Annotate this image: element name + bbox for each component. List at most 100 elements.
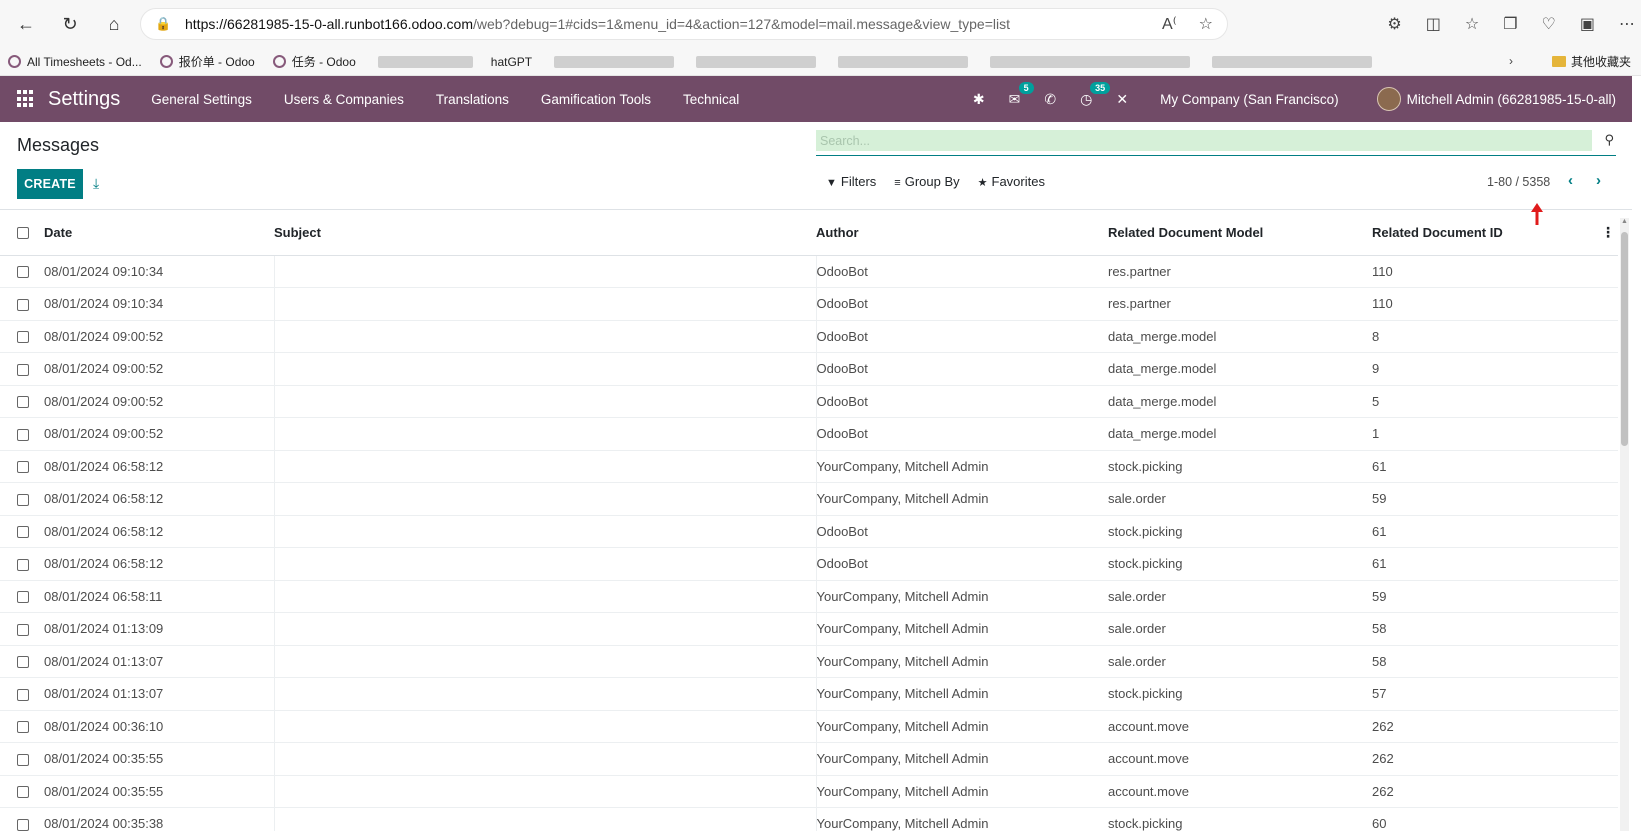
menu-users-companies[interactable]: Users & Companies bbox=[284, 92, 404, 107]
download-icon[interactable]: ⤓ bbox=[93, 175, 99, 192]
table-row[interactable]: 08/01/2024 00:35:38 YourCompany, Mitchell… bbox=[0, 807, 1618, 831]
read-aloud-icon[interactable]: A⁽ bbox=[1162, 14, 1177, 34]
activity-clock-icon[interactable]: ◷ 35 bbox=[1080, 81, 1111, 108]
chevron-right-icon[interactable]: › bbox=[1509, 54, 1513, 68]
home-icon[interactable]: ⌂ bbox=[98, 8, 130, 40]
bookmark-quotations[interactable]: 报价单 - Odoo bbox=[159, 53, 255, 70]
app-name[interactable]: Settings bbox=[48, 88, 120, 111]
row-checkbox[interactable] bbox=[17, 331, 29, 344]
column-res-id[interactable]: Related Document ID bbox=[1372, 210, 1598, 256]
url-text[interactable]: https://66281985-15-0-all.runbot166.odoo… bbox=[185, 16, 1162, 32]
table-row[interactable]: 08/01/2024 00:35:55 YourCompany, Mitchell… bbox=[0, 742, 1618, 776]
table-row[interactable]: 08/01/2024 09:00:52 OdooBot data_merge.mod… bbox=[0, 417, 1618, 451]
filters-toggle[interactable]: ▼ Filters bbox=[826, 174, 876, 189]
extension-icon[interactable]: ⚙ bbox=[1387, 14, 1401, 34]
health-icon[interactable]: ♡ bbox=[1542, 14, 1556, 34]
menu-general-settings[interactable]: General Settings bbox=[151, 92, 252, 107]
bookmark-blurred-3[interactable] bbox=[692, 55, 817, 68]
column-author[interactable]: Author bbox=[816, 210, 1108, 256]
groupby-toggle[interactable]: ≡ Group By bbox=[894, 174, 959, 189]
bookmark-blurred-1[interactable] bbox=[374, 55, 473, 68]
create-button[interactable]: CREATE bbox=[17, 169, 83, 199]
address-bar[interactable]: 🔒 https://66281985-15-0-all.runbot166.od… bbox=[140, 8, 1228, 40]
row-checkbox[interactable] bbox=[17, 688, 29, 701]
row-checkbox[interactable] bbox=[17, 721, 29, 734]
row-checkbox[interactable] bbox=[17, 591, 29, 604]
chevron-left-icon[interactable]: ‹ bbox=[1568, 172, 1573, 189]
more-icon[interactable]: ⋯ bbox=[1619, 14, 1635, 34]
table-row[interactable]: 08/01/2024 01:13:07 YourCompany, Mitchell… bbox=[0, 645, 1618, 678]
scroll-thumb[interactable] bbox=[1621, 232, 1628, 446]
table-row[interactable]: 08/01/2024 01:13:07 YourCompany, Mitchell… bbox=[0, 677, 1618, 711]
scroll-up-icon[interactable]: ▲ bbox=[1621, 218, 1628, 225]
bookmark-blurred-6[interactable] bbox=[1208, 55, 1373, 68]
menu-gamification-tools[interactable]: Gamification Tools bbox=[541, 92, 651, 107]
phone-icon[interactable]: ✆ bbox=[1044, 91, 1056, 108]
search-icon[interactable]: ⚲ bbox=[1604, 132, 1614, 148]
menu-technical[interactable]: Technical bbox=[683, 92, 739, 107]
bookmark-chatgpt[interactable]: hatGPT bbox=[491, 55, 532, 69]
table-row[interactable]: 08/01/2024 09:00:52 OdooBot data_merge.mod… bbox=[0, 352, 1618, 386]
table-row[interactable]: 08/01/2024 00:36:10 YourCompany, Mitchell… bbox=[0, 710, 1618, 743]
bookmark-tasks[interactable]: 任务 - Odoo bbox=[272, 53, 356, 70]
table-row[interactable]: 08/01/2024 06:58:12 OdooBot stock.picking 6… bbox=[0, 547, 1618, 581]
collections-icon[interactable]: ❐ bbox=[1503, 14, 1517, 34]
reload-icon[interactable]: ↻ bbox=[54, 8, 86, 40]
tools-icon[interactable]: ✕ bbox=[1116, 91, 1128, 108]
column-subject[interactable]: Subject bbox=[274, 210, 816, 256]
bookmark-timesheets[interactable]: All Timesheets - Od... bbox=[8, 55, 142, 69]
row-checkbox[interactable] bbox=[17, 753, 29, 766]
table-row[interactable]: 08/01/2024 09:00:52 OdooBot data_merge.mod… bbox=[0, 385, 1618, 418]
debug-bug-icon[interactable]: ✱ bbox=[973, 91, 985, 108]
favorites-toggle[interactable]: ★ Favorites bbox=[978, 174, 1045, 189]
cell-subject bbox=[273, 742, 817, 776]
column-date[interactable]: Date bbox=[44, 210, 274, 256]
cell-res-id: 59 bbox=[1372, 482, 1598, 516]
row-checkbox[interactable] bbox=[17, 558, 29, 571]
row-checkbox[interactable] bbox=[17, 818, 29, 831]
apps-menu-icon[interactable] bbox=[17, 90, 35, 108]
favorite-star-icon[interactable]: ☆ bbox=[1199, 14, 1213, 34]
search-input[interactable] bbox=[816, 130, 1592, 151]
row-checkbox[interactable] bbox=[17, 428, 29, 441]
sidebar-icon[interactable]: ▣ bbox=[1580, 14, 1595, 34]
other-favorites-folder[interactable]: 其他收藏夹 bbox=[1551, 53, 1631, 70]
table-row[interactable]: 08/01/2024 00:35:55 YourCompany, Mitchell… bbox=[0, 775, 1618, 808]
split-screen-icon[interactable]: ◫ bbox=[1426, 14, 1441, 34]
table-row[interactable]: 08/01/2024 09:00:52 OdooBot data_merge.mod… bbox=[0, 320, 1618, 353]
messages-icon[interactable]: ✉ 5 bbox=[1009, 81, 1034, 108]
table-row[interactable]: 08/01/2024 06:58:12 YourCompany, Mitchell… bbox=[0, 482, 1618, 516]
cell-author: OdooBot bbox=[816, 417, 1108, 451]
table-row[interactable]: 08/01/2024 01:13:09 YourCompany, Mitchell… bbox=[0, 612, 1618, 646]
row-checkbox[interactable] bbox=[17, 461, 29, 474]
row-checkbox[interactable] bbox=[17, 363, 29, 376]
bookmark-blurred-5[interactable] bbox=[986, 55, 1191, 68]
table-row[interactable]: 08/01/2024 06:58:12 YourCompany, Mitchell… bbox=[0, 450, 1618, 483]
scrollbar[interactable]: ▲ bbox=[1620, 218, 1629, 831]
bookmark-blurred-4[interactable] bbox=[834, 55, 969, 68]
chevron-right-icon[interactable]: › bbox=[1596, 172, 1601, 189]
bookmark-blurred-2[interactable] bbox=[550, 55, 675, 68]
row-checkbox[interactable] bbox=[17, 396, 29, 409]
user-menu[interactable]: Mitchell Admin (66281985-15-0-all) bbox=[1376, 87, 1616, 111]
table-row[interactable]: 08/01/2024 06:58:11 YourCompany, Mitchell… bbox=[0, 580, 1618, 613]
row-checkbox[interactable] bbox=[17, 623, 29, 636]
cell-model: stock.picking bbox=[1108, 547, 1372, 581]
row-checkbox[interactable] bbox=[17, 493, 29, 506]
row-checkbox[interactable] bbox=[17, 298, 29, 311]
optional-columns-icon[interactable]: ⋮ bbox=[1598, 210, 1618, 256]
row-checkbox[interactable] bbox=[17, 526, 29, 539]
row-checkbox[interactable] bbox=[17, 266, 29, 279]
column-model[interactable]: Related Document Model bbox=[1108, 210, 1372, 256]
back-icon[interactable]: ← bbox=[10, 8, 42, 40]
table-row[interactable]: 08/01/2024 06:58:12 OdooBot stock.picking 6… bbox=[0, 515, 1618, 548]
favorites-icon[interactable]: ☆ bbox=[1465, 14, 1479, 34]
row-checkbox[interactable] bbox=[17, 786, 29, 799]
company-switcher[interactable]: My Company (San Francisco) bbox=[1160, 92, 1339, 107]
menu-translations[interactable]: Translations bbox=[436, 92, 509, 107]
select-all-checkbox[interactable] bbox=[17, 227, 29, 240]
pager-value[interactable]: 1-80 / 5358 bbox=[1487, 175, 1550, 189]
row-checkbox[interactable] bbox=[17, 656, 29, 669]
table-row[interactable]: 08/01/2024 09:10:34 OdooBot res.partner 110 bbox=[0, 287, 1618, 321]
table-row[interactable]: 08/01/2024 09:10:34 OdooBot res.partner 110 bbox=[0, 255, 1618, 288]
